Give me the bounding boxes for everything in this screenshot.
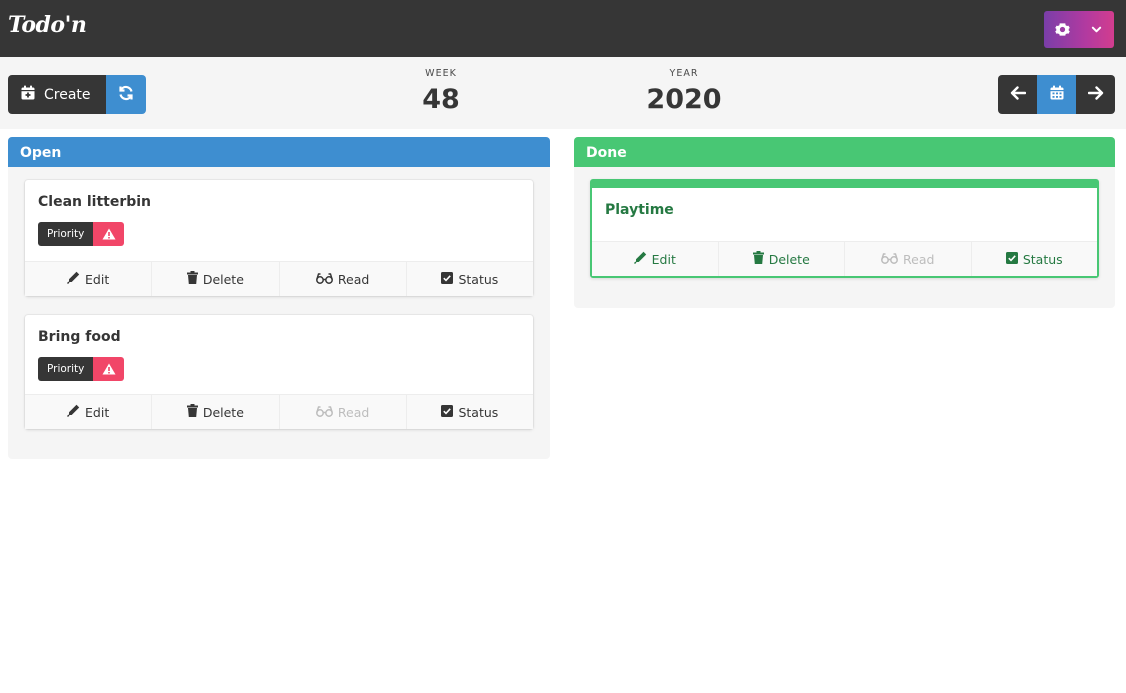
year-value: 2020 (646, 84, 722, 115)
status-button[interactable]: Status (970, 242, 1098, 276)
status-button[interactable]: Status (405, 395, 533, 429)
edit-label: Edit (651, 251, 676, 267)
delete-button[interactable]: Delete (151, 262, 278, 296)
read-label: Read (337, 271, 370, 287)
arrow-left-icon (1010, 85, 1026, 104)
open-column: Open Clean litterbin Priority Edit Delet… (8, 137, 550, 459)
checkbox-checked-icon (1005, 251, 1018, 267)
read-label: Read (337, 404, 370, 420)
edit-button[interactable]: Edit (25, 262, 151, 296)
delete-button[interactable]: Delete (151, 395, 278, 429)
done-column: Done Playtime Edit Delete Read Status (574, 137, 1115, 308)
year-stat: YEAR 2020 (624, 68, 744, 115)
todo-card: Bring food Priority Edit Delete Read Sta… (25, 315, 533, 429)
card-actions: Edit Delete Read Status (25, 394, 533, 429)
create-button-label: Create (44, 86, 91, 103)
current-week-button[interactable] (1037, 75, 1076, 114)
glasses-icon (315, 405, 333, 420)
status-button[interactable]: Status (405, 262, 533, 296)
gear-icon (1044, 22, 1080, 37)
week-value: 48 (422, 84, 460, 115)
next-week-button[interactable] (1076, 75, 1115, 114)
read-button[interactable]: Read (278, 262, 406, 296)
calendar-plus-icon (21, 85, 35, 104)
card-actions: Edit Delete Read Status (25, 261, 533, 296)
delete-label: Delete (202, 404, 244, 420)
priority-tag: Priority (38, 357, 125, 381)
priority-tag-label: Priority (38, 357, 94, 381)
card-actions: Edit Delete Read Status (592, 241, 1097, 276)
previous-week-button[interactable] (998, 75, 1037, 114)
read-label: Read (903, 251, 935, 267)
done-column-header: Done (574, 137, 1115, 167)
delete-label: Delete (768, 251, 810, 267)
week-stat: WEEK 48 (401, 68, 481, 115)
glasses-icon (881, 252, 898, 267)
glasses-icon (315, 272, 333, 287)
status-label: Status (458, 404, 499, 420)
todo-card: Playtime Edit Delete Read Status (590, 179, 1099, 278)
app-logo[interactable]: Todo'n (8, 12, 87, 38)
edit-label: Edit (85, 271, 110, 287)
checkbox-checked-icon (441, 404, 454, 420)
edit-button[interactable]: Edit (25, 395, 151, 429)
todo-title: Playtime (605, 202, 674, 218)
chevron-down-icon (1080, 24, 1112, 35)
checkbox-checked-icon (441, 271, 454, 287)
edit-label: Edit (85, 404, 110, 420)
todo-card: Clean litterbin Priority Edit Delete Rea… (25, 180, 533, 296)
read-button[interactable]: Read (278, 395, 406, 429)
arrow-right-icon (1087, 85, 1104, 104)
trash-icon (186, 271, 198, 287)
priority-tag-label: Priority (38, 222, 94, 246)
trash-icon (186, 404, 198, 420)
create-button[interactable]: Create (8, 75, 106, 114)
edit-button[interactable]: Edit (592, 242, 718, 276)
refresh-icon (118, 85, 134, 105)
pen-icon (67, 271, 80, 287)
delete-button[interactable]: Delete (717, 242, 845, 276)
todo-title: Clean litterbin (38, 194, 152, 210)
trash-icon (752, 251, 764, 267)
refresh-button[interactable] (106, 75, 146, 114)
year-caption: YEAR (669, 68, 699, 79)
week-toolbar: Create WEEK 48 YEAR 2020 (0, 57, 1126, 129)
delete-label: Delete (202, 271, 244, 287)
top-navbar: Todo'n (0, 0, 1126, 57)
open-column-header: Open (8, 137, 550, 167)
pen-icon (67, 404, 80, 420)
read-button[interactable]: Read (844, 242, 971, 276)
todo-title: Bring food (38, 329, 121, 345)
week-navigation (998, 75, 1115, 114)
status-label: Status (458, 271, 499, 287)
warning-icon (93, 357, 125, 381)
calendar-icon (1050, 85, 1064, 104)
priority-tag: Priority (38, 222, 125, 246)
week-caption: WEEK (425, 68, 457, 79)
pen-icon (633, 251, 647, 267)
settings-dropdown-button[interactable] (1044, 11, 1114, 48)
warning-icon (93, 222, 125, 246)
status-label: Status (1022, 251, 1063, 267)
